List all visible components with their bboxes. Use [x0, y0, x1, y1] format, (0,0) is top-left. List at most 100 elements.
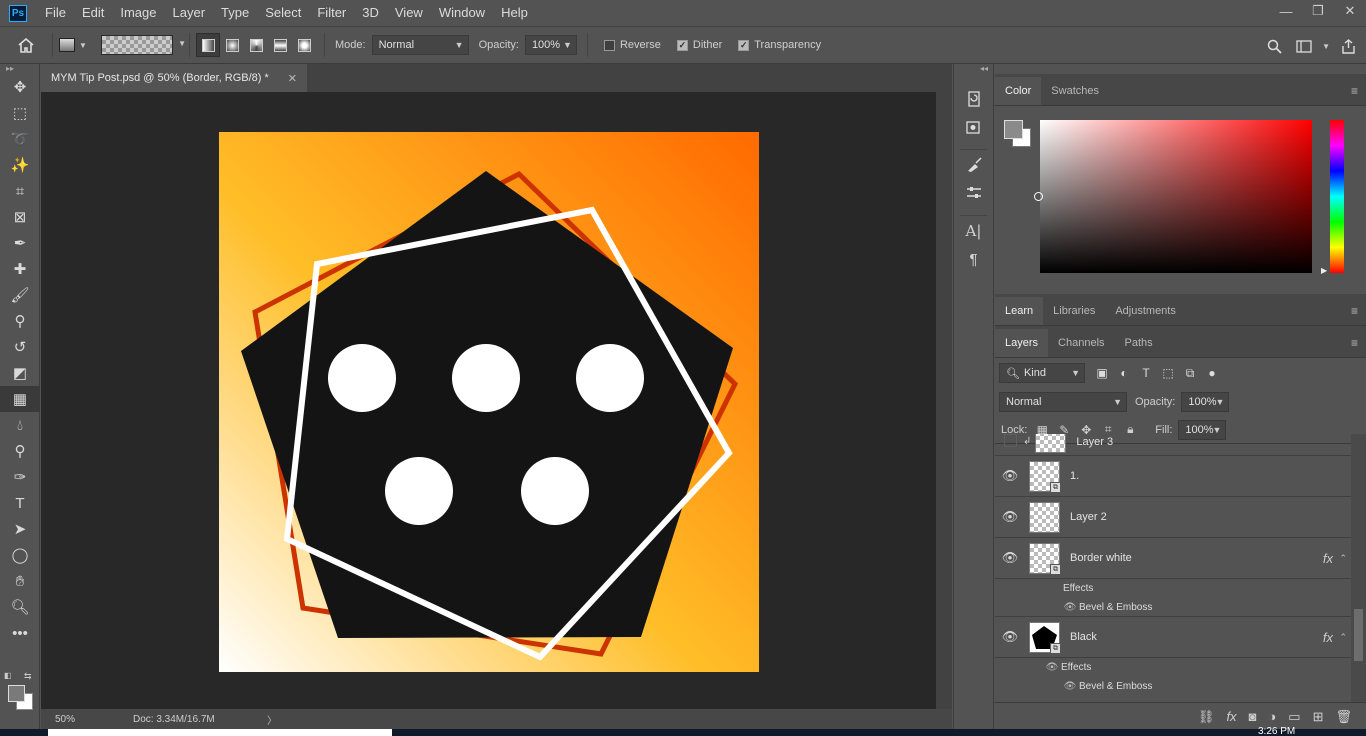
link-layers-icon[interactable]: ⛓︎: [1198, 709, 1215, 725]
opacity-field[interactable]: 100% ▼: [524, 35, 577, 55]
adjustment-filter-icon[interactable]: ◐: [1113, 363, 1135, 383]
panel-menu-icon[interactable]: ≡: [1351, 84, 1358, 98]
share-icon[interactable]: [1336, 34, 1360, 58]
layer-name[interactable]: Layer 3: [1076, 436, 1113, 448]
foreground-color-swatch[interactable]: [8, 685, 25, 702]
tab-swatches[interactable]: Swatches: [1041, 77, 1109, 105]
fx-icon[interactable]: fx: [1323, 630, 1333, 645]
layer-name[interactable]: Layer 2: [1070, 511, 1107, 523]
menu-file[interactable]: File: [37, 0, 74, 26]
color-picker-cursor[interactable]: [1034, 192, 1043, 201]
layer-opacity-field[interactable]: 100% ▼: [1181, 392, 1230, 412]
chevron-down-icon[interactable]: ▼: [1215, 397, 1224, 407]
effect-item[interactable]: 👁︎ Bevel & Emboss: [995, 598, 1351, 617]
menu-image[interactable]: Image: [112, 0, 164, 26]
gradient-tool[interactable]: ▦: [0, 386, 40, 412]
saturation-value-field[interactable]: [1040, 120, 1312, 273]
hue-slider[interactable]: [1330, 120, 1344, 273]
eyedropper-tool[interactable]: ✒: [0, 230, 40, 256]
brush-settings-icon[interactable]: [960, 180, 988, 206]
visibility-toggle[interactable]: [995, 434, 1025, 450]
menu-3d[interactable]: 3D: [354, 0, 387, 26]
dither-checkbox[interactable]: ✓: [676, 39, 688, 51]
history-icon[interactable]: [960, 86, 988, 112]
magic-wand-tool[interactable]: ✨: [0, 152, 40, 178]
paragraph-icon[interactable]: ¶: [960, 246, 988, 272]
more-tools[interactable]: •••: [0, 620, 40, 646]
blur-tool[interactable]: 💧︎: [0, 412, 40, 438]
menu-layer[interactable]: Layer: [165, 0, 214, 26]
kind-filter-select[interactable]: 🔍︎ Kind ▼: [999, 363, 1085, 383]
layer-row[interactable]: 👁︎ ⧉ Black fx ⌃: [995, 617, 1351, 658]
menu-edit[interactable]: Edit: [74, 0, 112, 26]
menu-view[interactable]: View: [387, 0, 431, 26]
crop-tool[interactable]: ⌗: [0, 178, 40, 204]
pixel-filter-icon[interactable]: ▣: [1091, 363, 1113, 383]
eye-icon[interactable]: 👁︎: [1043, 662, 1061, 673]
workspace-icon[interactable]: [1292, 34, 1316, 58]
hue-slider-handle-icon[interactable]: ▶: [1321, 266, 1327, 275]
panel-menu-icon[interactable]: ≡: [1351, 304, 1358, 318]
history-brush-tool[interactable]: ↺: [0, 334, 40, 360]
menu-help[interactable]: Help: [493, 0, 536, 26]
layer-name[interactable]: Black: [1070, 631, 1097, 643]
path-selection-tool[interactable]: ➤: [0, 516, 40, 542]
tab-learn[interactable]: Learn: [995, 297, 1044, 325]
tab-libraries[interactable]: Libraries: [1043, 297, 1105, 325]
pen-tool[interactable]: ✑: [0, 464, 40, 490]
diamond-gradient-button[interactable]: [292, 33, 316, 57]
menu-window[interactable]: Window: [431, 0, 493, 26]
close-tab-icon[interactable]: ✕: [288, 72, 297, 85]
swap-colors-icon[interactable]: ⇆: [24, 671, 32, 682]
character-icon[interactable]: A|: [960, 218, 988, 244]
mode-select[interactable]: Normal ▼: [371, 35, 469, 55]
chevron-up-icon[interactable]: ⌃: [1339, 553, 1347, 564]
tab-paths[interactable]: Paths: [1115, 329, 1163, 357]
collapse-icon[interactable]: ▸▸: [0, 64, 39, 74]
status-menu-chevron-icon[interactable]: 〉: [267, 712, 277, 727]
layer-row[interactable]: ↲ Layer 3: [995, 434, 1351, 456]
eye-icon[interactable]: 👁︎: [1061, 602, 1079, 613]
frame-tool[interactable]: ⊠: [0, 204, 40, 230]
restore-button[interactable]: ❐: [1302, 0, 1334, 22]
new-layer-icon[interactable]: ⊞: [1313, 709, 1324, 725]
tab-layers[interactable]: Layers: [995, 329, 1049, 357]
eye-icon[interactable]: 👁︎: [995, 468, 1025, 484]
3d-icon[interactable]: [960, 114, 988, 140]
panel-menu-icon[interactable]: ≡: [1351, 336, 1358, 350]
zoom-tool[interactable]: 🔍︎: [0, 594, 40, 620]
tool-preset-picker[interactable]: ▼: [59, 34, 101, 56]
zoom-level[interactable]: 50%: [55, 714, 133, 725]
brush-tool[interactable]: 🖌︎: [0, 282, 40, 308]
reflected-gradient-button[interactable]: [268, 33, 292, 57]
eye-icon[interactable]: 👁︎: [1061, 681, 1079, 692]
close-button[interactable]: ✕: [1334, 0, 1366, 22]
gradient-editor-swatch[interactable]: ▼: [101, 35, 186, 55]
hand-tool[interactable]: ✋︎: [0, 568, 40, 594]
canvas-vertical-scrollbar[interactable]: [936, 92, 952, 709]
marquee-tool[interactable]: ⬚: [0, 100, 40, 126]
shape-filter-icon[interactable]: ⬚: [1157, 363, 1179, 383]
new-adjustment-layer-icon[interactable]: ◑: [1268, 709, 1276, 724]
artwork-canvas[interactable]: [219, 132, 759, 672]
lasso-tool[interactable]: ➰: [0, 126, 40, 152]
eraser-tool[interactable]: ◩: [0, 360, 40, 386]
search-icon[interactable]: [1262, 34, 1286, 58]
eye-icon[interactable]: 👁︎: [995, 509, 1025, 525]
tab-channels[interactable]: Channels: [1048, 329, 1114, 357]
clone-stamp-tool[interactable]: ⚲: [0, 308, 40, 334]
eye-icon[interactable]: 👁︎: [995, 629, 1025, 645]
healing-brush-tool[interactable]: ✚: [0, 256, 40, 282]
taskbar-window-button[interactable]: [48, 729, 392, 736]
type-tool[interactable]: T: [0, 490, 40, 516]
layers-scrollbar[interactable]: [1351, 434, 1366, 702]
delete-layer-icon[interactable]: 🗑︎: [1335, 709, 1352, 725]
radial-gradient-button[interactable]: [220, 33, 244, 57]
transparency-checkbox[interactable]: ✓: [738, 39, 750, 51]
filter-toggle-icon[interactable]: ●: [1201, 363, 1223, 383]
collapse-icon[interactable]: ◂◂: [954, 64, 993, 74]
type-filter-icon[interactable]: T: [1135, 363, 1157, 383]
move-tool[interactable]: ✥: [0, 74, 40, 100]
layer-row[interactable]: 👁︎ ⧉ Border white fx ⌃: [995, 538, 1351, 579]
linear-gradient-button[interactable]: [196, 33, 220, 57]
